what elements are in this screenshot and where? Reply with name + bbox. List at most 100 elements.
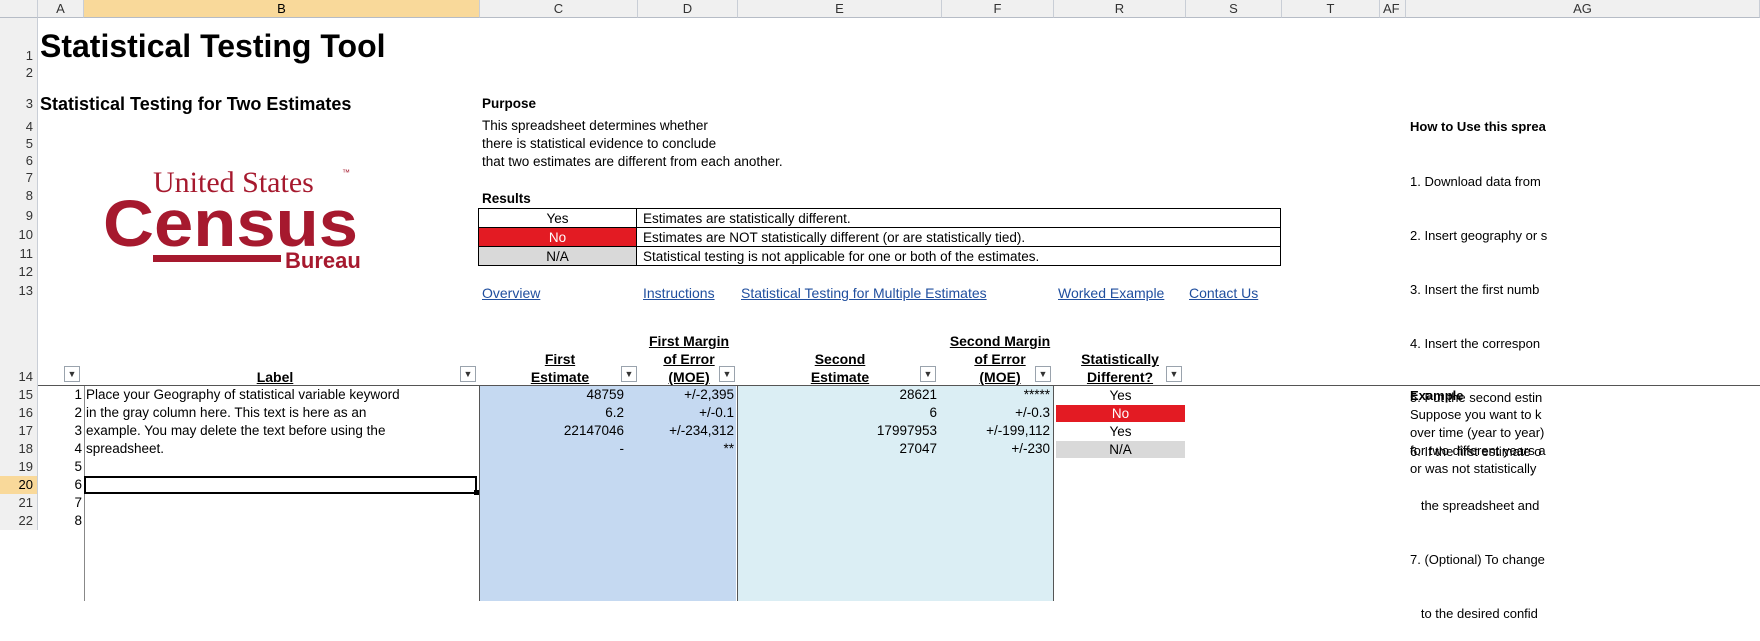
header-second-estimate: Second Estimate [800,350,880,386]
first-estimate-cell[interactable]: 6.2 [482,404,624,422]
link-worked-example[interactable]: Worked Example [1058,285,1164,301]
filter-dropdown-first-moe[interactable]: ▼ [719,366,735,382]
header-label: Label [256,369,294,385]
active-cell-selection[interactable] [84,476,477,494]
row-number: 4 [74,441,82,456]
filter-dropdown-second-moe[interactable]: ▼ [1035,366,1051,382]
second-moe-cell[interactable]: +/-0.3 [944,404,1050,422]
link-overview[interactable]: Overview [482,285,540,301]
how-to-step: to the desired confid [1410,606,1538,621]
header-text: Second Margin [949,333,1051,349]
column-header-d[interactable]: D [638,0,738,18]
column-header-c[interactable]: C [480,0,638,18]
how-to-step: 1. Download data from [1410,174,1541,189]
link-contact-us[interactable]: Contact Us [1189,285,1258,301]
filter-dropdown-label[interactable]: ▼ [460,366,476,382]
stat-diff-cell: No [1056,405,1185,422]
how-to-step: the spreadsheet and [1410,498,1540,513]
stat-diff-cell: Yes [1109,388,1132,403]
row-header-5[interactable]: 5 [0,135,38,152]
fill-handle[interactable] [474,490,479,495]
first-estimate-cell[interactable]: 22147046 [482,422,624,440]
row-header-18[interactable]: 18 [0,440,38,458]
first-estimate-cell[interactable]: - [482,440,625,458]
second-moe-cell[interactable]: ***** [944,386,1050,404]
example-line: or was not statistically [1410,461,1537,476]
label-cell[interactable]: in the gray column here. This text is he… [86,404,476,422]
header-text: Statistically [1081,351,1159,367]
row-header-9[interactable]: 9 [0,206,38,225]
row-header-16[interactable]: 16 [0,404,38,422]
column-header-e[interactable]: E [738,0,942,18]
example-line: for two different years a [1410,443,1546,458]
header-text: First [544,351,576,367]
second-moe-cell[interactable]: +/-199,112 [944,422,1050,440]
page-subtitle: Statistical Testing for Two Estimates [40,94,352,114]
row-header-14[interactable]: 14 [0,301,38,386]
row-header-22[interactable]: 22 [0,512,38,530]
column-divider [737,386,738,601]
second-moe-cell[interactable]: +/-230 [944,440,1050,458]
row-header-7[interactable]: 7 [0,169,38,186]
results-desc: Statistical testing is not applicable fo… [636,246,1281,266]
results-desc: Estimates are statistically different. [636,208,1281,228]
row-header-6[interactable]: 6 [0,152,38,169]
example-line: over time (year to year) [1410,425,1545,440]
second-estimate-cell[interactable]: 28621 [740,386,937,404]
link-instructions[interactable]: Instructions [643,285,715,301]
purpose-text: This spreadsheet determines whether ther… [482,117,783,171]
label-cell[interactable]: spreadsheet. [86,440,476,458]
how-to-step: 2. Insert geography or s [1410,228,1548,243]
column-header-af[interactable]: AF [1380,0,1406,18]
row-number: 7 [74,495,82,510]
select-all-corner[interactable] [0,0,38,18]
column-divider [479,386,480,601]
second-estimate-cell[interactable]: 17997953 [740,422,937,440]
row-header-8[interactable]: 8 [0,186,38,206]
row-header-13[interactable]: 13 [0,281,38,301]
column-header-r[interactable]: R [1054,0,1186,18]
first-moe-cell[interactable]: +/-2,395 [640,386,734,404]
results-legend-table: Yes Estimates are statistically differen… [478,208,1281,266]
link-multiple-estimates[interactable]: Statistical Testing for Multiple Estimat… [741,285,987,301]
column-header-b[interactable]: B [84,0,480,18]
first-moe-cell[interactable]: +/-234,312 [640,422,734,440]
row-header-19[interactable]: 19 [0,458,38,476]
row-header-11[interactable]: 11 [0,244,38,263]
filter-dropdown-a[interactable]: ▼ [64,366,80,382]
purpose-heading: Purpose [482,96,537,111]
row-header-3[interactable]: 3 [0,82,38,118]
row-header-10[interactable]: 10 [0,225,38,244]
filter-dropdown-second-estimate[interactable]: ▼ [920,366,936,382]
how-to-step: 4. Insert the correspon [1410,336,1541,351]
row-header-1[interactable]: 1 [0,18,38,64]
row-header-12[interactable]: 12 [0,263,38,281]
row-header-15[interactable]: 15 [0,386,38,404]
filter-dropdown-stat-diff[interactable]: ▼ [1166,366,1182,382]
header-text: Estimate [530,369,590,385]
purpose-line: that two estimates are different from ea… [482,154,783,169]
column-header-t[interactable]: T [1282,0,1380,18]
column-divider [1053,386,1054,601]
first-moe-cell[interactable]: ** [640,440,734,458]
row-header-2[interactable]: 2 [0,64,38,82]
row-header-20[interactable]: 20 [0,476,38,494]
row-header-17[interactable]: 17 [0,422,38,440]
how-to-step: 3. Insert the first numb [1410,282,1540,297]
second-estimate-cell[interactable]: 6 [740,404,937,422]
page-title: Statistical Testing Tool [40,28,386,64]
column-header-s[interactable]: S [1186,0,1282,18]
column-header-f[interactable]: F [942,0,1054,18]
row-header-4[interactable]: 4 [0,118,38,135]
column-header-a[interactable]: A [38,0,84,18]
census-bureau-logo: United States ™ Census Bureau [103,160,363,280]
row-header-21[interactable]: 21 [0,494,38,512]
first-moe-cell[interactable]: +/-0.1 [640,404,734,422]
second-estimate-cell[interactable]: 27047 [740,440,937,458]
header-text: Different? [1086,369,1154,385]
label-cell[interactable]: Place your Geography of statistical vari… [86,386,476,404]
filter-dropdown-first-estimate[interactable]: ▼ [621,366,637,382]
label-cell[interactable]: example. You may delete the text before … [86,422,476,440]
column-header-ag[interactable]: AG [1406,0,1760,18]
first-estimate-cell[interactable]: 48759 [482,386,624,404]
